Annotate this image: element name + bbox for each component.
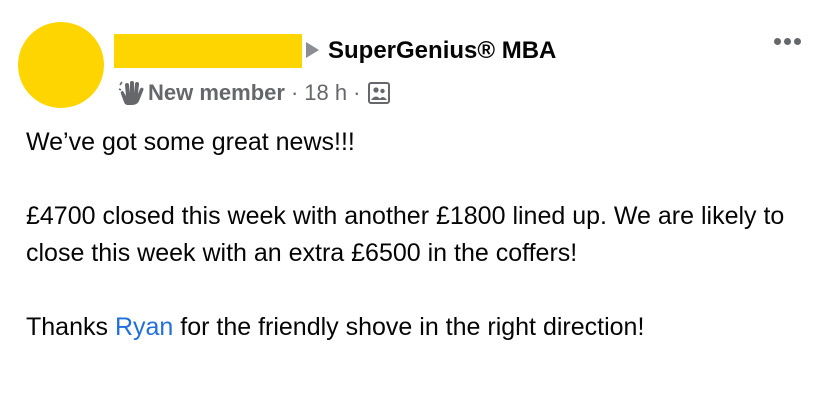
- group-name-link[interactable]: SuperGenius® MBA: [328, 36, 556, 66]
- post-timestamp[interactable]: 18 h: [304, 78, 347, 108]
- redacted-author-name: [114, 34, 302, 68]
- mention-link[interactable]: Ryan: [115, 313, 173, 341]
- post-body: We’ve got some great news!!! £4700 close…: [26, 124, 816, 346]
- avatar[interactable]: [18, 22, 104, 108]
- post-meta: New member · 18 h ·: [118, 78, 391, 108]
- post-text: for the friendly shove in the right dire…: [173, 313, 645, 341]
- post-text: Thanks: [26, 313, 115, 341]
- post-line: £4700 closed this week with another £180…: [26, 202, 785, 267]
- post-line: We’ve got some great news!!!: [26, 128, 355, 156]
- dot-icon: [794, 38, 801, 45]
- member-badge: New member: [148, 80, 285, 105]
- arrow-right-icon: [306, 42, 319, 58]
- post-line: Thanks Ryan for the friendly shove in th…: [26, 309, 816, 346]
- more-options-button[interactable]: [770, 34, 805, 49]
- waving-hand-icon: [118, 81, 144, 105]
- group-audience-icon[interactable]: [368, 82, 391, 104]
- dot-icon: [784, 38, 791, 45]
- dot-icon: [774, 38, 781, 45]
- separator: ·: [290, 80, 299, 105]
- separator: ·: [353, 80, 361, 105]
